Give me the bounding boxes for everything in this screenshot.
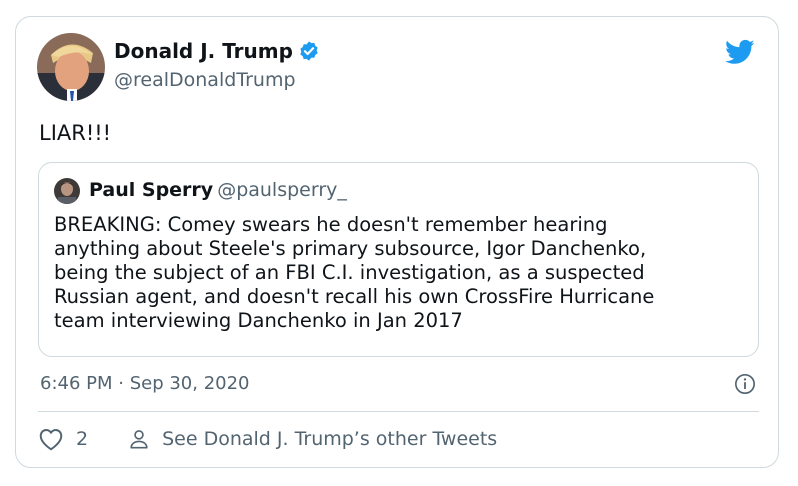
like-count: 2: [76, 428, 89, 450]
author-handle[interactable]: @realDonaldTrump: [114, 69, 296, 91]
verified-badge-icon: [300, 41, 318, 61]
quoted-author-row: Paul Sperry @paulsperry_: [89, 179, 347, 201]
quoted-author-handle: @paulsperry_: [217, 179, 347, 201]
quoted-tweet[interactable]: Paul Sperry @paulsperry_ BREAKING: Comey …: [38, 162, 759, 357]
divider: [38, 411, 759, 412]
quoted-author-avatar[interactable]: [54, 178, 80, 204]
see-other-tweets-link[interactable]: See Donald J. Trump’s other Tweets: [128, 428, 497, 450]
heart-icon: [39, 429, 63, 451]
tweet-actions: 2 See Donald J. Trump’s other Tweets: [38, 427, 497, 451]
see-other-tweets-label[interactable]: See Donald J. Trump’s other Tweets: [162, 428, 497, 450]
person-icon: [130, 430, 148, 449]
author-name[interactable]: Donald J. Trump: [114, 39, 293, 63]
quoted-author-name: Paul Sperry: [89, 179, 214, 201]
info-icon[interactable]: [734, 373, 756, 395]
quoted-tweet-text: BREAKING: Comey swears he doesn't rememb…: [54, 213, 655, 332]
tweet-timestamp[interactable]: 6:46 PM · Sep 30, 2020: [40, 373, 250, 394]
author-avatar[interactable]: [37, 33, 105, 101]
author-name-row[interactable]: Donald J. Trump: [114, 39, 320, 63]
tweet-embed-card: Donald J. Trump @realDonaldTrump LIAR!!!…: [15, 16, 779, 468]
twitter-bird-icon[interactable]: [724, 37, 756, 67]
tweet-text: LIAR!!!: [39, 121, 112, 145]
like-button[interactable]: 2: [38, 427, 88, 451]
